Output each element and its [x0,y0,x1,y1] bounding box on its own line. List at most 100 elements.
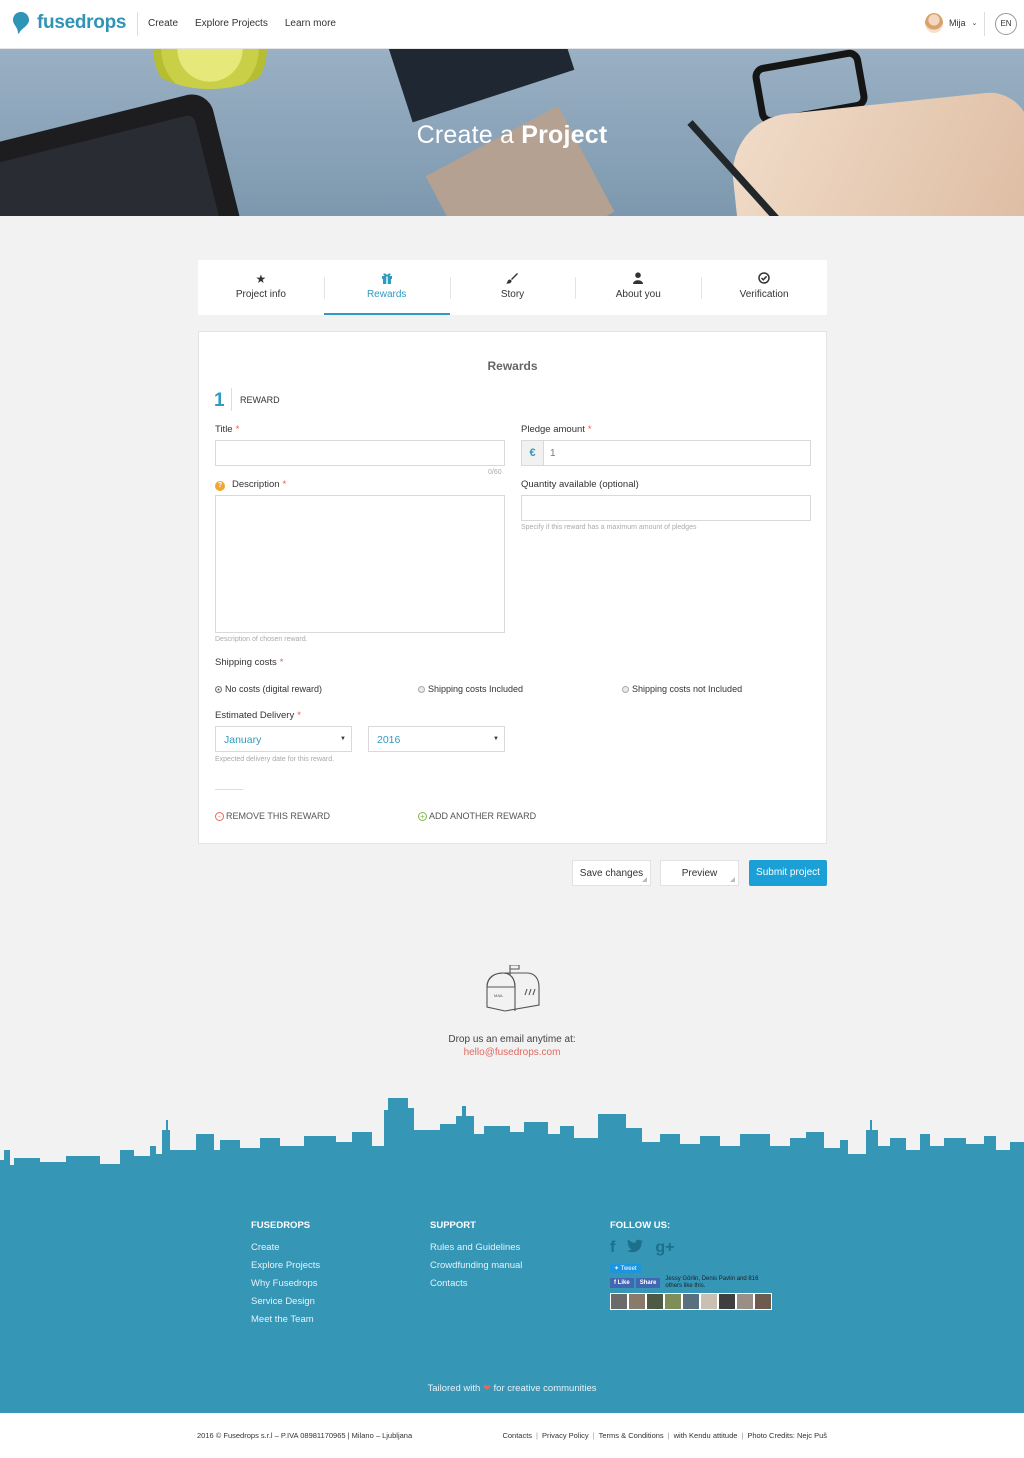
bottom-link-privacy-policy[interactable]: Privacy Policy [542,1431,589,1440]
logo-text: fusedrops [37,12,127,33]
pledge-value: 1 [550,448,556,459]
quantity-label: Quantity available (optional) [521,479,639,490]
bottom-bar: 2016 © Fusedrops s.r.l – P.IVA 089811709… [0,1413,1024,1458]
title-label: Title * [215,424,240,435]
tab-project-info[interactable]: ★ Project info [198,260,324,315]
facebook-icon[interactable]: f [610,1239,615,1258]
tab-verification[interactable]: Verification [701,260,827,315]
header-divider [137,12,138,36]
face-avatar[interactable] [646,1293,664,1310]
face-avatar[interactable] [628,1293,646,1310]
shipping-option-included[interactable]: Shipping costs Included [418,684,523,694]
description-textarea[interactable] [215,495,505,633]
main-nav: Create Explore Projects Learn more [148,18,336,29]
footer-link-meet-the-team[interactable]: Meet the Team [251,1314,320,1325]
nav-create[interactable]: Create [148,18,178,29]
tab-label: Rewards [366,289,407,300]
quantity-hint: Specify if this reward has a maximum amo… [521,524,697,531]
minus-circle-icon: - [215,811,224,821]
submit-project-button[interactable]: Submit project [749,860,827,886]
remove-reward-button[interactable]: - REMOVE THIS REWARD [215,811,330,821]
title-counter: 0/60 [488,469,502,476]
help-icon[interactable]: ? [215,481,225,491]
footer-link-why-fusedrops[interactable]: Why Fusedrops [251,1278,320,1289]
hero-banner: Create a Project [0,49,1024,216]
twitter-bird-icon: ✦ [614,1266,620,1272]
google-plus-icon[interactable]: g+ [655,1239,674,1258]
bottom-link-photo-credits[interactable]: Photo Credits: Nejc Puš [747,1431,827,1440]
caret-down-icon: ▼ [340,736,346,742]
title-input[interactable] [215,440,505,466]
plus-circle-icon: + [418,811,427,821]
description-label: ? Description * [215,479,286,491]
nav-explore-projects[interactable]: Explore Projects [195,18,268,29]
description-hint: Description of chosen reward. [215,636,308,643]
face-avatar[interactable] [754,1293,772,1310]
footer-column-follow: FOLLOW US: f g+ ✦ Tweet f Like Share Jes… [610,1220,775,1310]
user-name: Mija [949,18,966,28]
footer-column-support: SUPPORT Rules and Guidelines Crowdfundin… [430,1220,522,1296]
footer-column-fusedrops: FUSEDROPS Create Explore Projects Why Fu… [251,1220,320,1332]
language-switcher[interactable]: EN [995,13,1017,35]
hero-photo-tablet [0,89,245,216]
user-icon [575,272,701,286]
facebook-like-text: Jessy Görlin, Denis Pavlin and 816 other… [665,1276,759,1289]
star-icon: ★ [255,272,267,286]
facebook-faces [610,1293,775,1310]
rewards-form: Rewards 1 REWARD Title * 0/60 Pledge amou… [198,331,827,844]
social-icons: f g+ [610,1239,775,1258]
tab-label: Project info [235,289,286,300]
bottom-link-terms[interactable]: Terms & Conditions [599,1431,664,1440]
twitter-icon[interactable] [627,1239,644,1258]
reward-label: REWARD [240,395,280,405]
facebook-like-button[interactable]: f Like [610,1278,634,1288]
footer-link-rules[interactable]: Rules and Guidelines [430,1242,522,1253]
radio-selected-icon [215,685,222,693]
face-avatar[interactable] [664,1293,682,1310]
bottom-link-kendu[interactable]: with Kendu attitude [674,1431,738,1440]
gift-icon [324,272,450,286]
face-avatar[interactable] [718,1293,736,1310]
tweet-button[interactable]: ✦ Tweet [610,1264,641,1273]
quantity-input[interactable] [521,495,811,521]
tab-rewards[interactable]: Rewards [323,260,450,315]
caret-down-icon: ▼ [493,736,499,742]
heart-icon: ❤ [482,1383,491,1394]
tab-label: Story [500,289,525,300]
reward-number: 1 [214,390,225,411]
preview-button[interactable]: Preview [660,860,739,886]
face-avatar[interactable] [700,1293,718,1310]
facebook-share-button[interactable]: Share [635,1278,661,1288]
delivery-year-select[interactable]: 2016 ▼ [368,726,505,752]
face-avatar[interactable] [610,1293,628,1310]
form-heading: Rewards [487,359,538,373]
drop-logo-icon [13,12,29,34]
save-changes-button[interactable]: Save changes [572,860,651,886]
footer-link-contacts[interactable]: Contacts [430,1278,522,1289]
mailbox-icon: MAIL [486,965,540,1012]
shipping-option-no-costs[interactable]: No costs (digital reward) [215,684,322,694]
face-avatar[interactable] [736,1293,754,1310]
footer-link-create[interactable]: Create [251,1242,320,1253]
top-navbar: fusedrops Create Explore Projects Learn … [0,0,1024,49]
shipping-option-not-included[interactable]: Shipping costs not Included [622,684,742,694]
footer-tagline: Tailored with ❤ for creative communities [427,1383,597,1394]
euro-icon: € [522,441,544,465]
footer-link-crowdfunding-manual[interactable]: Crowdfunding manual [430,1260,522,1271]
footer-link-service-design[interactable]: Service Design [251,1296,320,1307]
footer-link-explore-projects[interactable]: Explore Projects [251,1260,320,1271]
pledge-amount-input[interactable]: € 1 [521,440,811,466]
add-reward-button[interactable]: + ADD ANOTHER REWARD [418,811,536,821]
nav-learn-more[interactable]: Learn more [285,18,336,29]
wizard-tabs: ★ Project info Rewards Story About you V… [198,260,827,315]
bottom-link-contacts[interactable]: Contacts [502,1431,532,1440]
delivery-month-select[interactable]: January ▼ [215,726,352,752]
facebook-icon: f [614,1280,616,1286]
logo[interactable]: fusedrops [12,11,126,35]
tab-about-you[interactable]: About you [575,260,701,315]
face-avatar[interactable] [682,1293,700,1310]
shipping-label: Shipping costs * [215,657,284,668]
contact-email-link[interactable]: hello@fusedrops.com [0,1047,1024,1058]
tab-story[interactable]: Story [449,260,576,315]
user-menu[interactable]: Mija ⌄ [925,13,977,33]
